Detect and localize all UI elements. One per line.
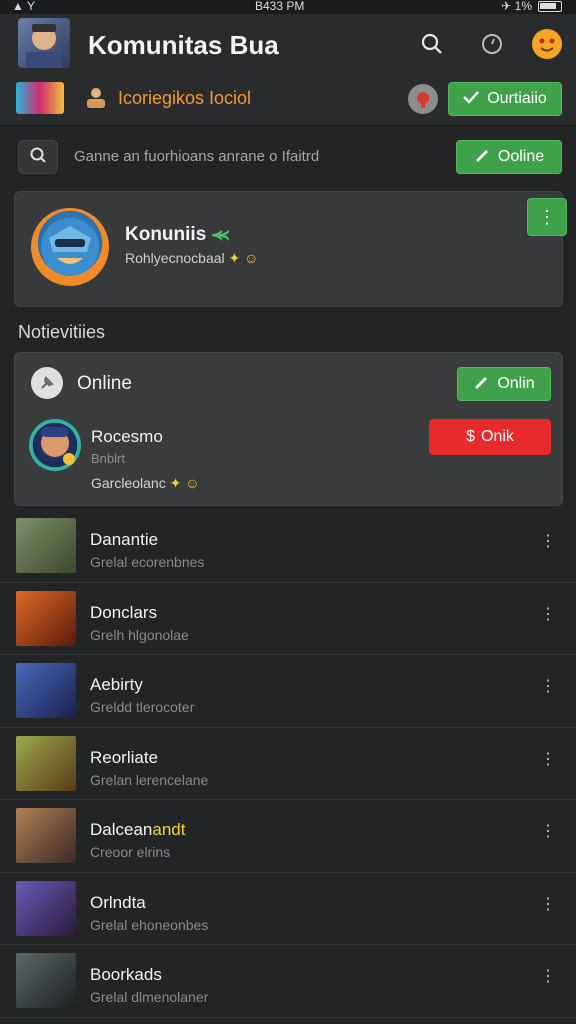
- list-item-subtitle: Grelan lerencelane: [90, 771, 209, 788]
- list-item-thumb: [16, 880, 76, 936]
- list-item-title: Danantie: [90, 530, 159, 549]
- list-item-title: Aebirty: [90, 675, 143, 694]
- list-item-thumb: [16, 518, 76, 573]
- list-item-subtitle: Grelal ecorenbnes: [90, 554, 205, 570]
- list-item[interactable]: Boorkads Grelal dlmenolaner ⋮: [0, 945, 576, 1018]
- status-right: ✈ 1%: [501, 0, 562, 13]
- dollar-icon: $: [466, 428, 475, 445]
- community-list: Danantie Grelal ecorenbnes ⋮ Donclars Gr…: [0, 510, 576, 1018]
- more-icon[interactable]: ⋮: [540, 748, 556, 772]
- list-item-thumb: [16, 663, 76, 718]
- avatar[interactable]: [18, 18, 70, 68]
- community-label: Icoriegikos Iociol: [118, 88, 252, 108]
- emoji-icon[interactable]: [532, 29, 562, 59]
- profile-name-suffix: ⪻: [211, 224, 230, 245]
- list-item-title: Reorliate: [90, 747, 159, 767]
- list-item[interactable]: Danantie Grelal ecorenbnes ⋮: [0, 510, 576, 583]
- red-action-button[interactable]: $ Onik: [429, 419, 551, 455]
- list-item[interactable]: Donclars Grelh hlgonolae ⋮: [0, 583, 576, 655]
- list-item-title: Boorkads: [90, 965, 162, 984]
- profile-subtitle: Rohlyecnocbaal ✦ ☺: [125, 250, 258, 267]
- list-item-title: Orlndta: [90, 892, 146, 912]
- alert-icon[interactable]: [408, 84, 438, 114]
- list-item-title: Donclars: [90, 602, 158, 622]
- member-note-text: Garcleolanc: [91, 475, 166, 491]
- more-icon: ⋮: [538, 206, 556, 227]
- profile-avatar[interactable]: [31, 208, 109, 286]
- list-item-title: Dalceanandt: [90, 820, 185, 840]
- list-item-thumb: [16, 808, 76, 863]
- list-item[interactable]: Dalceanandt Creoor elrins ⋮: [0, 800, 576, 873]
- more-icon[interactable]: ⋮: [540, 893, 556, 917]
- list-item-subtitle: Grelal ehoneonbes: [90, 916, 209, 933]
- status-right-text: ✈ 1%: [501, 0, 532, 13]
- list-item-subtitle: Grelal dlmenolaner: [90, 989, 209, 1005]
- list-item-title-highlight: andt: [152, 820, 186, 839]
- smile-icon: ☺: [185, 475, 200, 491]
- member-note: Garcleolanc ✦ ☺: [91, 475, 200, 492]
- profile-subtitle-text: Rohlyecnocbaal: [125, 250, 225, 266]
- check-icon: [463, 90, 480, 109]
- list-item-subtitle: Greldd tlerocoter: [90, 699, 195, 715]
- edit-icon: [474, 148, 490, 167]
- search-button[interactable]: [18, 140, 58, 174]
- list-item[interactable]: Orlndta Grelal ehoneonbes ⋮: [0, 873, 576, 945]
- more-icon[interactable]: ⋮: [540, 820, 556, 844]
- more-icon[interactable]: ⋮: [540, 965, 556, 989]
- profile-name: Konuniis ⪻: [125, 224, 230, 246]
- list-item-thumb: [16, 953, 76, 1008]
- subbar-action-label: Ourtiaiio: [487, 90, 547, 107]
- member-avatar[interactable]: [29, 419, 81, 471]
- online-button-label: Onlin: [497, 375, 535, 392]
- star-icon: ✦: [169, 475, 182, 491]
- online-card[interactable]: Online Onlin Rocesmo Bnblrt Garcleolanc …: [14, 352, 563, 506]
- search-input[interactable]: Ganne an fuorhioans anrane o Ifaitrd: [74, 148, 319, 165]
- online-label: Online: [77, 373, 132, 394]
- header: Komunitas Bua: [0, 14, 576, 76]
- star-icon: ✦: [228, 250, 241, 266]
- timer-icon[interactable]: [478, 30, 506, 58]
- more-icon[interactable]: ⋮: [540, 530, 556, 554]
- person-icon: [84, 86, 108, 108]
- search-small-icon: [29, 146, 47, 169]
- profile-card[interactable]: Konuniis ⪻ Rohlyecnocbaal ✦ ☺ ⋮: [14, 191, 567, 307]
- list-item-title-text: Dalcean: [90, 820, 153, 839]
- more-icon[interactable]: ⋮: [540, 603, 556, 627]
- online-filter-button[interactable]: Ooline: [456, 140, 562, 174]
- status-bar: ▲ Y B433 PM ✈ 1%: [0, 0, 576, 14]
- online-button[interactable]: Onlin: [457, 367, 551, 401]
- list-item-subtitle: Grelh hlgonolae: [90, 626, 189, 643]
- status-signal: ▲ Y: [12, 0, 35, 13]
- app-title: Komunitas Bua: [88, 30, 279, 60]
- banner-image[interactable]: [16, 82, 64, 114]
- member-name: Rocesmo: [91, 427, 163, 446]
- status-time: B433 PM: [255, 0, 305, 13]
- profile-name-text: Konuniis: [125, 224, 207, 245]
- red-action-label: Onik: [481, 428, 514, 445]
- list-item-thumb: [16, 735, 76, 791]
- list-item-thumb: [16, 590, 76, 646]
- subbar: Icoriegikos Iociol Ourtiaiio: [0, 76, 576, 126]
- search-icon[interactable]: [418, 30, 446, 58]
- section-title: Notievitiies: [18, 322, 106, 342]
- more-icon[interactable]: ⋮: [540, 675, 556, 699]
- edit-icon: [473, 375, 489, 394]
- list-item-subtitle: Creoor elrins: [90, 844, 171, 860]
- search-row: Ganne an fuorhioans anrane o Ifaitrd Ool…: [0, 126, 576, 188]
- online-filter-label: Ooline: [497, 148, 545, 165]
- pin-icon: [31, 367, 63, 399]
- profile-more-button[interactable]: ⋮: [527, 198, 567, 236]
- smile-icon: ☺: [244, 250, 259, 266]
- list-item[interactable]: Aebirty Greldd tlerocoter ⋮: [0, 655, 576, 728]
- list-item[interactable]: Reorliate Grelan lerencelane ⋮: [0, 728, 576, 800]
- member-status: Bnblrt: [91, 451, 125, 466]
- battery-icon: [538, 0, 562, 12]
- subbar-action-button[interactable]: Ourtiaiio: [448, 82, 562, 116]
